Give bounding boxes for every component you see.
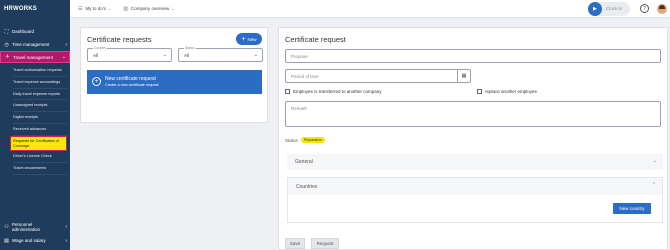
- chevron-down-icon: ⌄: [107, 6, 112, 11]
- period-of-time-field[interactable]: Period of time ▦: [285, 69, 471, 83]
- person-icon: ⚇: [4, 223, 9, 230]
- top-bar: ☰ My to do's ⌄ ▥ Company overview ⌄ ▶ Cl…: [70, 0, 670, 18]
- submenu-item[interactable]: Received advances: [13, 124, 67, 136]
- country-select-value: All: [93, 53, 99, 58]
- help-icon[interactable]: ?: [640, 4, 649, 13]
- sidebar-item-travel-management[interactable]: ✈ Travel management ⌄: [0, 51, 70, 63]
- submenu-item[interactable]: Travel expense accountings: [13, 77, 67, 89]
- avatar[interactable]: [657, 3, 667, 14]
- submenu-item[interactable]: Digital receipts: [13, 112, 67, 124]
- submenu-item[interactable]: Daily travel expense reports: [13, 89, 67, 101]
- submenu-item-certificates-of-coverage[interactable]: Requests for Certificates of Coverage: [10, 135, 67, 152]
- chevron-down-icon: ⌄: [61, 54, 66, 60]
- building-icon: ▥: [123, 5, 128, 12]
- todo-menu[interactable]: ☰ My to do's ⌄: [78, 6, 111, 12]
- transferred-label: Employee is transferred to another compa…: [293, 89, 382, 94]
- travel-submenu: Travel authorisation requests Travel exp…: [0, 63, 70, 177]
- status-row: Status Preparation: [285, 137, 325, 143]
- sidebar-item-personnel-administration[interactable]: ⚇ Personnel administration ›: [0, 219, 70, 234]
- sidebar-item-label: Time management: [12, 42, 50, 47]
- chevron-down-icon: ⌄: [171, 6, 175, 11]
- checklist-icon: ☰: [78, 5, 83, 12]
- status-label: Status: [285, 137, 298, 143]
- replace-label: replace another employee: [485, 89, 538, 94]
- calendar-icon[interactable]: ▦: [457, 70, 470, 82]
- chevron-right-icon: ›: [65, 223, 67, 230]
- submenu-item[interactable]: Driver's License Check: [13, 151, 67, 164]
- checkbox-box[interactable]: [285, 89, 290, 94]
- sidebar-item-label: Travel management: [13, 54, 53, 60]
- plus-circle-icon: +: [92, 77, 101, 86]
- countries-section-header[interactable]: Countries ⌃: [288, 178, 662, 195]
- chevron-right-icon: ›: [65, 237, 67, 244]
- chevron-down-icon: ⌄: [652, 158, 657, 164]
- card-subtitle: Create a new certificate request: [105, 83, 159, 87]
- play-icon: ▶: [587, 1, 602, 16]
- new-certificate-request-card[interactable]: + New certificate request Create a new c…: [87, 70, 262, 94]
- chevron-down-icon: ⌄: [253, 52, 258, 58]
- certificate-requests-panel: Certificate requests + New Country All ⌄…: [80, 27, 268, 123]
- countries-section: Countries ⌃: [287, 177, 663, 223]
- company-label: Company overview: [130, 6, 170, 11]
- sidebar-item-time-management[interactable]: ◷ Time management ›: [0, 38, 70, 51]
- replace-employee-checkbox[interactable]: replace another employee: [477, 89, 537, 94]
- sidebar-item-dashboard[interactable]: ⛶ Dashboard: [0, 25, 70, 38]
- status-select-label: Status: [184, 46, 196, 50]
- panel-title: Certificate requests: [87, 35, 152, 44]
- chevron-down-icon: ⌄: [162, 52, 167, 58]
- certificate-request-form: Certificate request Purpose Period of ti…: [278, 27, 668, 250]
- money-icon: ▤: [4, 237, 9, 244]
- remark-field[interactable]: Remark: [285, 101, 661, 127]
- new-button-label: New: [247, 36, 257, 42]
- period-placeholder: Period of time: [291, 74, 319, 79]
- company-overview-menu[interactable]: ▥ Company overview ⌄: [123, 6, 174, 12]
- sidebar-item-label: Wage and salary: [12, 238, 46, 243]
- plus-icon: +: [241, 35, 246, 43]
- submenu-item[interactable]: Travel authorisation requests: [13, 65, 67, 77]
- clock-in-label: Clock in: [605, 6, 622, 11]
- logo[interactable]: HRWORKS: [0, 0, 70, 18]
- transferred-checkbox[interactable]: Employee is transferred to another compa…: [285, 89, 382, 94]
- sidebar-item-label: Dashboard: [12, 29, 35, 34]
- checkbox-box[interactable]: [477, 89, 482, 94]
- country-select-label: Country: [93, 46, 108, 50]
- remark-placeholder: Remark: [291, 106, 307, 111]
- card-title: New certificate request: [105, 76, 156, 82]
- top-bar-right: ▶ Clock in ?: [587, 1, 670, 16]
- sidebar-item-label: Personnel administration: [12, 221, 41, 232]
- purpose-placeholder: Purpose: [291, 54, 308, 59]
- submenu-item[interactable]: Unassigned receipts: [13, 100, 67, 113]
- save-button[interactable]: Save: [285, 238, 305, 249]
- submenu-item[interactable]: Travel amusements: [13, 163, 67, 175]
- todo-label: My to do's: [85, 6, 106, 11]
- sidebar: HRWORKS ⛶ Dashboard ◷ Time management › …: [0, 0, 70, 250]
- status-select[interactable]: Status All ⌄: [178, 46, 263, 62]
- form-title: Certificate request: [285, 35, 346, 44]
- sidebar-item-wage-and-salary[interactable]: ▤ Wage and salary ›: [0, 234, 70, 247]
- purpose-field[interactable]: Purpose: [285, 49, 661, 63]
- general-section-title: General: [295, 159, 313, 165]
- status-badge: Preparation: [300, 137, 325, 143]
- plane-icon: ✈: [5, 54, 10, 60]
- chevron-up-icon: ⌃: [651, 182, 656, 188]
- status-select-value: All: [184, 53, 190, 58]
- clock-in-button[interactable]: ▶ Clock in: [587, 1, 630, 16]
- dashboard-icon: ⛶: [4, 28, 9, 35]
- country-select[interactable]: Country All ⌄: [87, 46, 172, 62]
- general-section-header[interactable]: General ⌄: [287, 154, 663, 170]
- new-country-button[interactable]: New country: [613, 203, 651, 214]
- clock-icon: ◷: [4, 41, 9, 48]
- sidebar-bottom: ⚇ Personnel administration › ▤ Wage and …: [0, 219, 70, 247]
- new-button[interactable]: + New: [236, 33, 262, 45]
- countries-section-title: Countries: [296, 184, 318, 190]
- chevron-right-icon: ›: [65, 41, 67, 48]
- request-button[interactable]: Request: [311, 238, 339, 249]
